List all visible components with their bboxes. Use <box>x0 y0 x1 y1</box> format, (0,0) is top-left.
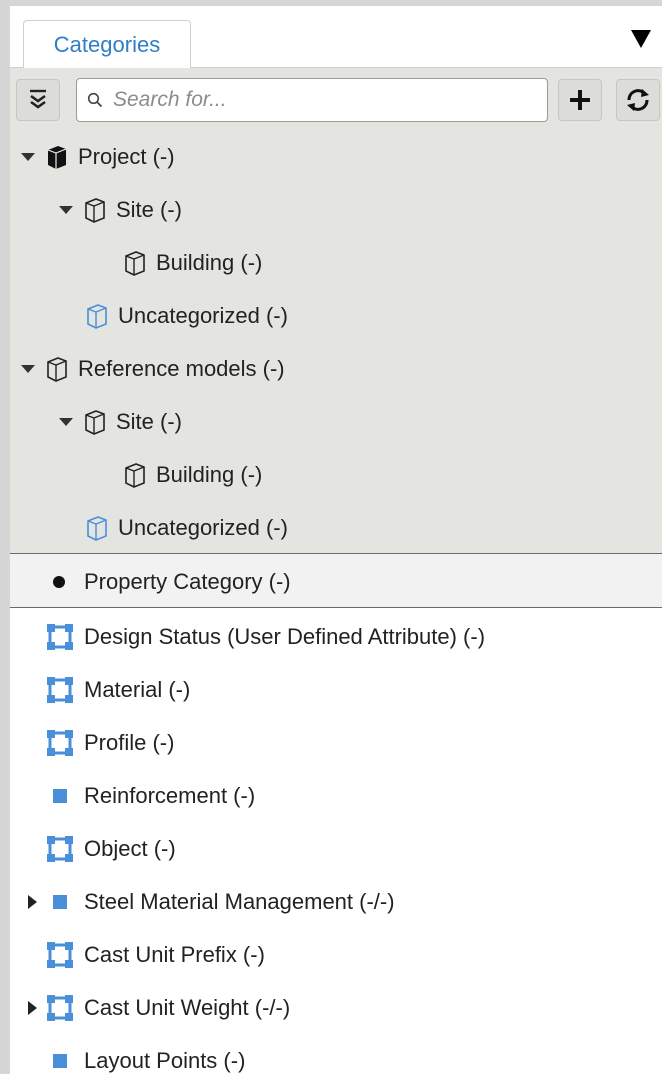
search-input[interactable] <box>113 88 533 112</box>
collapse-all-icon <box>30 89 46 109</box>
tree-label: Building (-) <box>156 249 263 275</box>
property-item-profile[interactable]: Profile (-) <box>46 716 174 769</box>
search-icon <box>87 92 103 108</box>
property-category-header[interactable]: Property Category (-) <box>10 553 662 608</box>
tree-label: Uncategorized (-) <box>118 514 288 540</box>
property-item-cast-unit-weight[interactable]: Cast Unit Weight (-/-) <box>26 981 290 1034</box>
property-item-steel-material-management[interactable]: Steel Material Management (-/-) <box>26 875 395 928</box>
caret-right-icon[interactable] <box>26 893 38 911</box>
attribute-frame-icon <box>47 994 73 1021</box>
toolbar <box>10 68 662 130</box>
tree-label: Uncategorized (-) <box>118 302 288 328</box>
box-outline-icon <box>85 409 105 435</box>
blue-square-icon <box>53 788 67 803</box>
attribute-frame-icon <box>47 676 73 703</box>
property-list: Design Status (User Defined Attribute) (… <box>10 608 662 1074</box>
attribute-frame-icon <box>47 623 73 650</box>
property-item-label: Steel Material Management (-/-) <box>84 888 395 914</box>
tree-label: Reference models (-) <box>78 355 285 381</box>
property-item-label: Cast Unit Prefix (-) <box>84 941 265 967</box>
property-item-reinforcement[interactable]: Reinforcement (-) <box>52 769 255 822</box>
add-button[interactable] <box>558 79 602 121</box>
property-item-label: Material (-) <box>84 676 191 702</box>
property-item-label: Cast Unit Weight (-/-) <box>84 994 291 1020</box>
property-item-object[interactable]: Object (-) <box>46 822 176 875</box>
caret-down-icon[interactable] <box>20 361 36 377</box>
box-outline-icon <box>125 250 145 276</box>
tree-item-site[interactable]: Site (-) <box>58 183 182 236</box>
box-outline-icon <box>47 356 67 382</box>
tree-item-building[interactable]: Building (-) <box>124 236 262 289</box>
refresh-button[interactable] <box>616 79 660 121</box>
property-item-design-status[interactable]: Design Status (User Defined Attribute) (… <box>46 610 485 663</box>
tree-label: Site (-) <box>116 408 182 434</box>
collapse-all-button[interactable] <box>16 79 60 121</box>
caret-down-icon[interactable] <box>58 414 74 430</box>
refresh-icon <box>627 89 649 111</box>
tree-item-reference-models[interactable]: Reference models (-) <box>20 342 285 395</box>
attribute-frame-icon <box>47 729 73 756</box>
search-field[interactable] <box>76 78 548 122</box>
model-tree: Project (-) Site (-) Building (-) Uncate… <box>10 130 662 553</box>
attribute-frame-icon <box>47 835 73 862</box>
tree-item-site[interactable]: Site (-) <box>58 395 182 448</box>
property-item-material[interactable]: Material (-) <box>46 663 190 716</box>
tab-categories[interactable]: Categories <box>23 20 191 69</box>
tree-label: Building (-) <box>156 461 263 487</box>
caret-down-icon[interactable] <box>20 149 36 165</box>
plus-icon <box>570 90 590 110</box>
categories-panel: Categories Search for... Project (-) Sit… <box>0 0 662 1074</box>
tree-item-uncategorized[interactable]: Uncategorized (-) <box>86 289 288 342</box>
property-item-label: Reinforcement (-) <box>84 782 256 808</box>
tree-label: Project (-) <box>78 143 175 169</box>
box-blue-icon <box>87 303 107 329</box>
property-item-cast-unit-prefix[interactable]: Cast Unit Prefix (-) <box>46 928 265 981</box>
tab-bar: Categories <box>10 6 662 69</box>
blue-square-icon <box>53 1053 67 1068</box>
blue-square-icon <box>53 894 67 909</box>
attribute-frame-icon <box>47 941 73 968</box>
property-category-label: Property Category (-) <box>84 568 291 594</box>
property-item-label: Profile (-) <box>84 729 175 755</box>
box-blue-icon <box>87 515 107 541</box>
property-item-label: Design Status (User Defined Attribute) (… <box>84 623 486 649</box>
caret-right-icon[interactable] <box>26 999 38 1017</box>
caret-down-icon[interactable] <box>58 202 74 218</box>
panel-left-border <box>0 0 10 1074</box>
property-item-label: Layout Points (-) <box>84 1047 246 1073</box>
tree-label: Site (-) <box>116 196 182 222</box>
bullet-dot-icon <box>53 575 65 588</box>
property-item-label: Object (-) <box>84 835 176 861</box>
property-item-layout-points[interactable]: Layout Points (-) <box>52 1034 245 1074</box>
box-solid-icon <box>47 145 67 169</box>
box-outline-icon <box>125 462 145 488</box>
triangle-down-icon[interactable] <box>630 28 652 50</box>
tree-item-uncategorized[interactable]: Uncategorized (-) <box>86 501 288 554</box>
tree-item-project[interactable]: Project (-) <box>20 130 175 183</box>
tree-item-building[interactable]: Building (-) <box>124 448 262 501</box>
property-category-row[interactable]: Property Category (-) <box>52 555 291 608</box>
box-outline-icon <box>85 197 105 223</box>
